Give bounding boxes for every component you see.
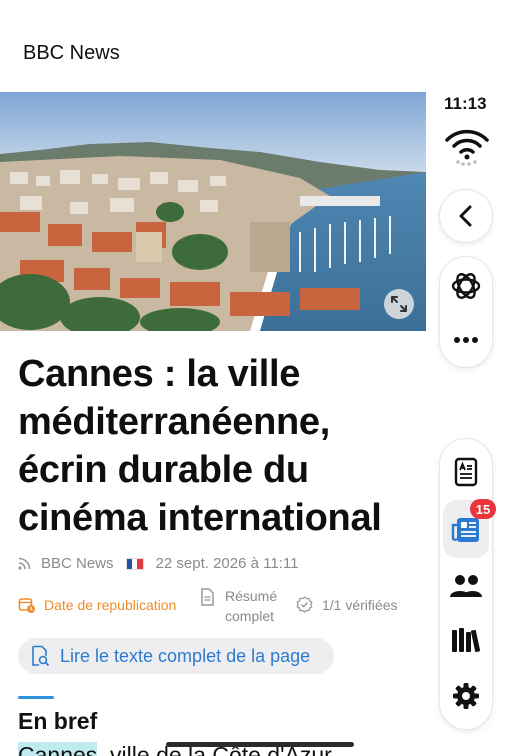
wifi-status[interactable] <box>443 118 491 168</box>
hero-image[interactable] <box>0 92 426 331</box>
article-title: Cannes : la ville méditerranéenne, écrin… <box>18 353 382 539</box>
library-button[interactable] <box>443 618 489 662</box>
document-search-icon <box>32 645 50 667</box>
people-button[interactable] <box>443 564 489 608</box>
people-icon <box>450 575 482 597</box>
home-indicator[interactable] <box>166 742 354 747</box>
summary-label-1: Résumé <box>225 588 278 604</box>
summary-badge[interactable]: Résumé complet <box>200 586 277 626</box>
read-full-text-label: Lire le texte complet de la page <box>60 645 311 666</box>
meta-source[interactable]: BBC News <box>41 555 114 572</box>
read-full-text-button[interactable]: Lire le texte complet de la page <box>18 638 334 674</box>
rss-icon <box>18 557 31 570</box>
article-meta: BBC News 22 sept. 2026 à 11:11 <box>18 555 298 572</box>
verified-check-icon <box>296 596 313 613</box>
library-icon <box>452 628 481 652</box>
ai-button[interactable] <box>443 264 489 308</box>
hero-photo <box>0 92 426 331</box>
verified-label: 1/1 vérifiées <box>322 596 398 613</box>
status-time: 11:13 <box>444 94 487 113</box>
settings-button[interactable] <box>443 674 489 718</box>
source-title: BBC News <box>23 42 120 64</box>
calendar-clock-icon <box>18 598 35 613</box>
reader-icon <box>454 457 478 487</box>
reader-button[interactable] <box>443 450 489 494</box>
wifi-icon <box>445 129 489 166</box>
republication-badge[interactable]: Date de republication <box>18 596 176 614</box>
republication-label: Date de republication <box>44 597 177 613</box>
ai-icon <box>451 273 481 299</box>
highlighted-term[interactable]: Cannes <box>18 742 98 756</box>
verified-badge[interactable]: 1/1 vérifiées <box>296 596 397 613</box>
fr-flag-icon <box>125 557 144 570</box>
meta-date: 22 sept. 2026 à 11:11 <box>155 555 299 572</box>
section-title: En bref <box>18 708 98 734</box>
expand-image-button[interactable] <box>384 289 414 319</box>
summary-label-2: complet <box>225 608 275 624</box>
settings-icon <box>453 683 479 709</box>
section-accent-line <box>18 696 54 699</box>
more-icon <box>454 337 478 343</box>
notification-badge: 15 <box>470 499 496 519</box>
news-icon <box>451 518 479 542</box>
back-icon <box>459 205 472 227</box>
article-badges: Date de republication Résumé complet 1/1… <box>18 586 428 626</box>
expand-icon <box>391 296 407 312</box>
more-button[interactable] <box>443 320 489 360</box>
document-icon <box>201 588 214 606</box>
back-button[interactable] <box>439 189 493 243</box>
